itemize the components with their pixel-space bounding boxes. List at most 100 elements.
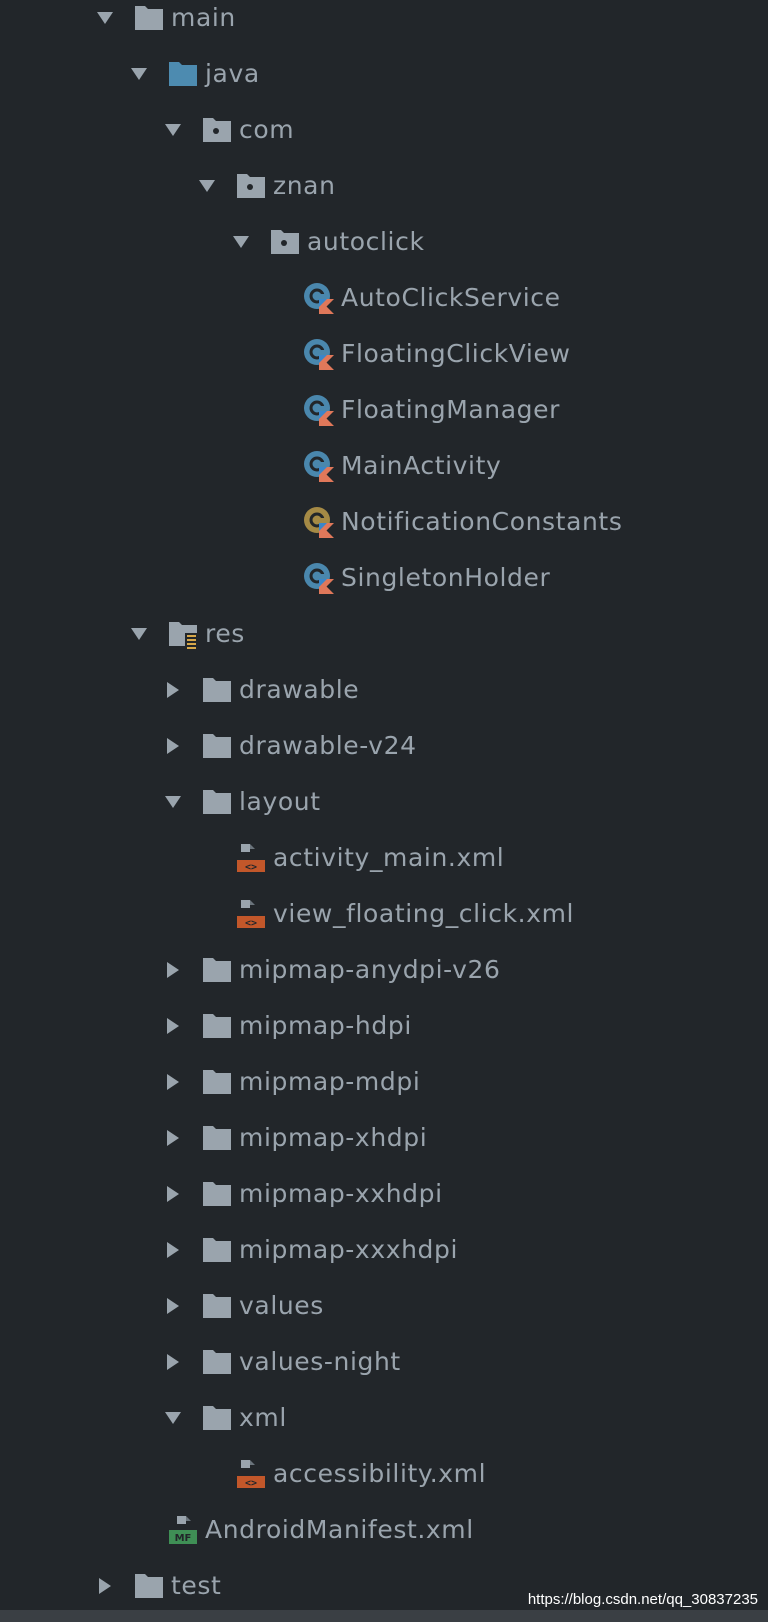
collapse-arrow-right-icon[interactable] (164, 1241, 182, 1259)
tree-item-com[interactable]: com (0, 102, 768, 158)
tree-item-label: autoclick (307, 227, 425, 256)
tree-item-label: znan (273, 171, 336, 200)
folder-icon (201, 786, 233, 818)
tree-item-label: NotificationConstants (341, 507, 623, 536)
tree-item-notificationconstants[interactable]: NotificationConstants (0, 494, 768, 550)
tree-item-values-night[interactable]: values-night (0, 1334, 768, 1390)
tree-item-mipmap-hdpi[interactable]: mipmap-hdpi (0, 998, 768, 1054)
tree-item-autoclickservice[interactable]: AutoClickService (0, 270, 768, 326)
expand-arrow-down-icon[interactable] (96, 9, 114, 27)
tree-item-label: FloatingClickView (341, 339, 571, 368)
tree-item-label: com (239, 115, 295, 144)
tree-item-label: main (171, 3, 236, 32)
tree-item-label: layout (239, 787, 321, 816)
folder-icon (133, 1570, 165, 1602)
tree-item-res[interactable]: res (0, 606, 768, 662)
folder-icon (133, 2, 165, 34)
folder-icon (201, 1010, 233, 1042)
package-icon (235, 170, 267, 202)
tree-item-layout[interactable]: layout (0, 774, 768, 830)
tree-item-mipmap-mdpi[interactable]: mipmap-mdpi (0, 1054, 768, 1110)
tree-item-accessibility-xml[interactable]: <> accessibility.xml (0, 1446, 768, 1502)
tree-item-view-floating-click-xml[interactable]: <> view_floating_click.xml (0, 886, 768, 942)
project-tree: main java com znan autoclick AutoClickService… (0, 0, 768, 1610)
tree-item-label: mipmap-hdpi (239, 1011, 412, 1040)
layout-xml-file-icon: <> (235, 898, 267, 930)
kotlin-class-icon (303, 338, 335, 370)
collapse-arrow-right-icon[interactable] (164, 961, 182, 979)
expand-arrow-down-icon[interactable] (164, 1409, 182, 1427)
tree-item-floatingmanager[interactable]: FloatingManager (0, 382, 768, 438)
tree-item-mipmap-xxhdpi[interactable]: mipmap-xxhdpi (0, 1166, 768, 1222)
folder-icon (201, 730, 233, 762)
folder-icon (201, 1234, 233, 1266)
tree-item-label: mipmap-xxxhdpi (239, 1235, 459, 1264)
tree-item-label: mipmap-xhdpi (239, 1123, 428, 1152)
tree-item-mainactivity[interactable]: MainActivity (0, 438, 768, 494)
tree-item-drawable[interactable]: drawable (0, 662, 768, 718)
tree-item-label: SingletonHolder (341, 563, 551, 592)
expand-arrow-down-icon[interactable] (198, 177, 216, 195)
source-root-folder-icon (167, 58, 199, 90)
collapse-arrow-right-icon[interactable] (164, 1073, 182, 1091)
resource-root-folder-icon (167, 618, 199, 650)
tree-item-xml[interactable]: xml (0, 1390, 768, 1446)
collapse-arrow-right-icon[interactable] (164, 1017, 182, 1035)
folder-icon (201, 674, 233, 706)
tree-item-mipmap-xxxhdpi[interactable]: mipmap-xxxhdpi (0, 1222, 768, 1278)
collapse-arrow-right-icon[interactable] (164, 737, 182, 755)
layout-xml-file-icon: <> (235, 1458, 267, 1490)
tree-item-label: drawable (239, 675, 360, 704)
tree-item-label: xml (239, 1403, 287, 1432)
expand-arrow-down-icon[interactable] (232, 233, 250, 251)
svg-text:<>: <> (245, 862, 257, 873)
collapse-arrow-right-icon[interactable] (164, 1129, 182, 1147)
collapse-arrow-right-icon[interactable] (96, 1577, 114, 1595)
tree-item-mipmap-xhdpi[interactable]: mipmap-xhdpi (0, 1110, 768, 1166)
collapse-arrow-right-icon[interactable] (164, 1353, 182, 1371)
tree-item-label: FloatingManager (341, 395, 560, 424)
tree-item-androidmanifest-xml[interactable]: MF AndroidManifest.xml (0, 1502, 768, 1558)
kotlin-class-icon (303, 282, 335, 314)
tree-item-label: values (239, 1291, 324, 1320)
folder-icon (201, 954, 233, 986)
folder-icon (201, 1290, 233, 1322)
expand-arrow-down-icon[interactable] (164, 121, 182, 139)
tree-item-label: accessibility.xml (273, 1459, 487, 1488)
tree-item-mipmap-anydpi-v26[interactable]: mipmap-anydpi-v26 (0, 942, 768, 998)
tree-item-label: mipmap-anydpi-v26 (239, 955, 501, 984)
bottom-strip (0, 1610, 768, 1622)
collapse-arrow-right-icon[interactable] (164, 681, 182, 699)
tree-item-activity-main-xml[interactable]: <> activity_main.xml (0, 830, 768, 886)
tree-item-singletonholder[interactable]: SingletonHolder (0, 550, 768, 606)
tree-item-floatingclickview[interactable]: FloatingClickView (0, 326, 768, 382)
kotlin-class-icon (303, 394, 335, 426)
tree-item-label: AndroidManifest.xml (205, 1515, 474, 1544)
tree-item-autoclick[interactable]: autoclick (0, 214, 768, 270)
tree-item-label: test (171, 1571, 222, 1600)
tree-item-java[interactable]: java (0, 46, 768, 102)
tree-item-label: view_floating_click.xml (273, 899, 575, 928)
expand-arrow-down-icon[interactable] (164, 793, 182, 811)
watermark: https://blog.csdn.net/qq_30837235 (527, 1591, 758, 1608)
collapse-arrow-right-icon[interactable] (164, 1185, 182, 1203)
tree-item-label: values-night (239, 1347, 401, 1376)
folder-icon (201, 1122, 233, 1154)
manifest-file-icon: MF (167, 1514, 199, 1546)
tree-item-main[interactable]: main (0, 0, 768, 46)
kotlin-class-icon (303, 562, 335, 594)
collapse-arrow-right-icon[interactable] (164, 1297, 182, 1315)
layout-xml-file-icon: <> (235, 842, 267, 874)
tree-item-values[interactable]: values (0, 1278, 768, 1334)
svg-text:<>: <> (245, 1478, 257, 1489)
folder-icon (201, 1066, 233, 1098)
expand-arrow-down-icon[interactable] (130, 65, 148, 83)
tree-item-label: activity_main.xml (273, 843, 505, 872)
expand-arrow-down-icon[interactable] (130, 625, 148, 643)
tree-item-label: java (205, 59, 260, 88)
tree-item-drawable-v24[interactable]: drawable-v24 (0, 718, 768, 774)
tree-item-label: res (205, 619, 245, 648)
folder-icon (201, 1402, 233, 1434)
tree-item-znan[interactable]: znan (0, 158, 768, 214)
package-icon (201, 114, 233, 146)
